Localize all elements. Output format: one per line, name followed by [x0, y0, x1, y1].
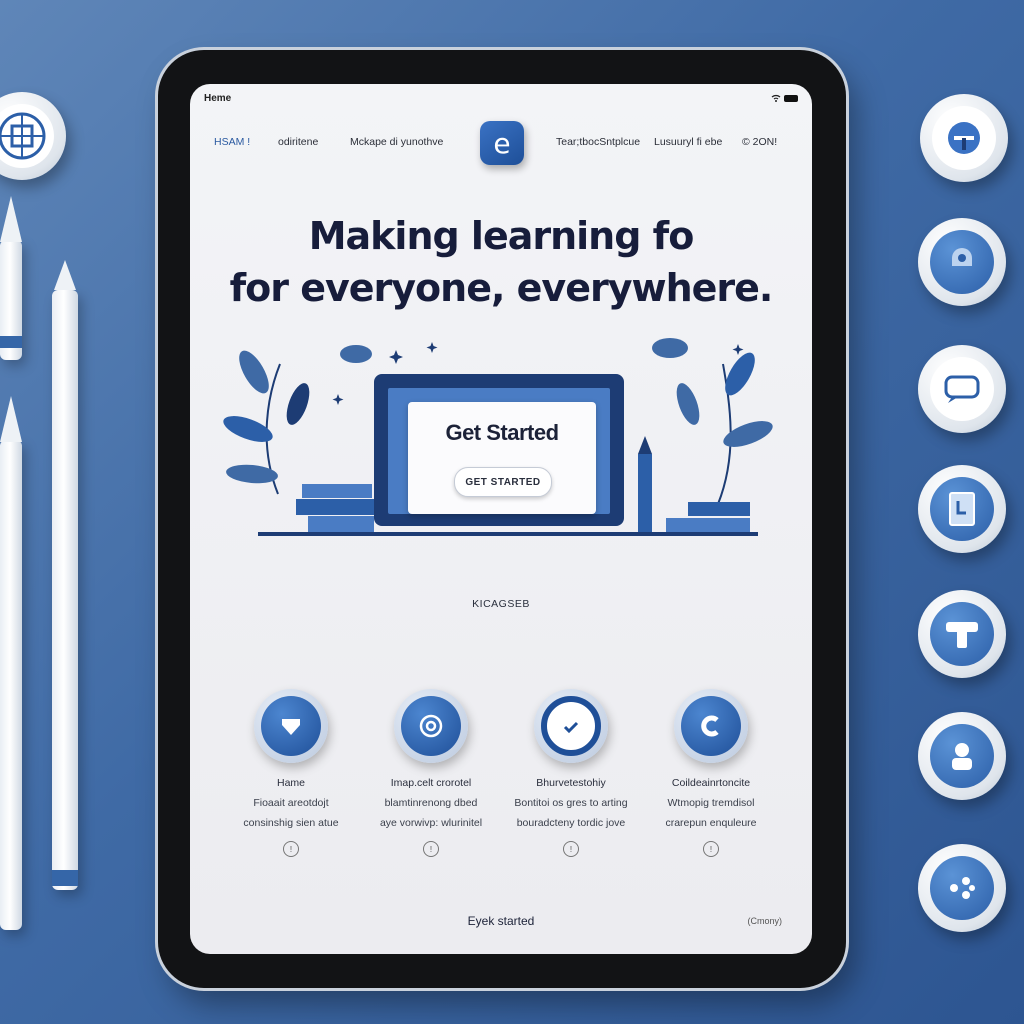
c-icon	[674, 689, 748, 763]
shield-arrow-icon	[254, 689, 328, 763]
feature-text-1b: consinshig sien atue	[243, 817, 339, 829]
nav-item-4[interactable]: Tear;tbocSntplcue	[556, 136, 640, 148]
nav-item-6[interactable]: © 2ON!	[742, 136, 777, 148]
card-title: Get Started	[445, 420, 559, 445]
feature-card-1[interactable]: Hame Fioaait areotdojt consinshig sien a…	[226, 689, 356, 857]
info-icon[interactable]: !	[423, 841, 439, 857]
footer-company-link[interactable]: (Cmony)	[747, 916, 782, 926]
feature-card-3[interactable]: Bhurvetestohiy Bontitoi os gres to artin…	[506, 689, 636, 857]
headline-line-2: for everyone, everywhere.	[229, 266, 774, 310]
right-badge-5	[918, 590, 1006, 678]
desk-pencil-1	[0, 196, 22, 360]
status-bar-title: Heme	[204, 93, 232, 104]
nav-item-5[interactable]: Lusuuryl fi ebe	[654, 136, 722, 148]
feature-text-3a: Bontitoi os gres to arting	[514, 797, 628, 809]
right-badge-6	[918, 712, 1006, 800]
nav-item-3[interactable]: Mckape di yunothve	[350, 136, 443, 148]
info-icon[interactable]: !	[563, 841, 579, 857]
umbrella-icon	[932, 106, 996, 170]
section-label: KICAGSEB	[472, 598, 530, 610]
app-screen: Heme HSAM ! odiritene Mckape di yunothve…	[190, 84, 812, 954]
info-icon[interactable]: !	[703, 841, 719, 857]
right-badge-4	[918, 465, 1006, 553]
right-badge-1	[920, 94, 1008, 182]
message-icon	[930, 357, 994, 421]
document-icon	[930, 477, 994, 541]
feature-title-1: Hame	[276, 777, 305, 789]
right-badge-7	[918, 844, 1006, 932]
person-icon	[930, 724, 994, 788]
headline-line-1: Making learning fo	[308, 214, 695, 258]
info-icon[interactable]: !	[283, 841, 299, 857]
wifi-icon	[771, 94, 781, 102]
chat-bubble-icon	[930, 230, 994, 294]
status-icons	[771, 94, 798, 102]
feature-card-2[interactable]: Imap.celt crorotel blamtinrenong dbed ay…	[366, 689, 496, 857]
feature-card-4[interactable]: Coildeainrtoncite Wtmopig tremdisol crar…	[646, 689, 776, 857]
feature-text-2b: aye vorwivp: wlurinitel	[379, 817, 483, 829]
at-sign-icon	[394, 689, 468, 763]
footer-start-link[interactable]: Eyek started	[190, 914, 812, 928]
compass-badge	[0, 92, 66, 180]
feature-text-4a: Wtmopig tremdisol	[667, 797, 755, 809]
dots-icon	[930, 856, 994, 920]
feature-title-3: Bhurvetestohiy	[536, 777, 606, 789]
feature-text-2a: blamtinrenong dbed	[384, 797, 478, 809]
feature-title-4: Coildeainrtoncite	[671, 777, 751, 789]
nav-item-1[interactable]: HSAM !	[214, 136, 250, 148]
checkmark-icon	[534, 689, 608, 763]
nav-item-2[interactable]: odiritene	[278, 136, 318, 148]
feature-text-3b: bouradcteny tordic jove	[516, 817, 626, 829]
get-started-button[interactable]: GET STARTED	[454, 467, 552, 497]
desk-pen	[52, 260, 78, 890]
t-letter-icon	[930, 602, 994, 666]
battery-icon	[784, 94, 798, 102]
right-badge-3	[918, 345, 1006, 433]
app-logo[interactable]: e	[480, 121, 524, 165]
feature-title-2: Imap.celt crorotel	[390, 777, 472, 789]
feature-text-1a: Fioaait areotdojt	[253, 797, 329, 809]
feature-text-4b: crarepun enquleure	[665, 817, 757, 829]
right-badge-2	[918, 218, 1006, 306]
compass-icon	[0, 104, 54, 168]
get-started-card: Get Started GET STARTED	[408, 402, 596, 514]
desk-pencil-2	[0, 396, 22, 930]
logo-glyph: e	[493, 126, 511, 160]
